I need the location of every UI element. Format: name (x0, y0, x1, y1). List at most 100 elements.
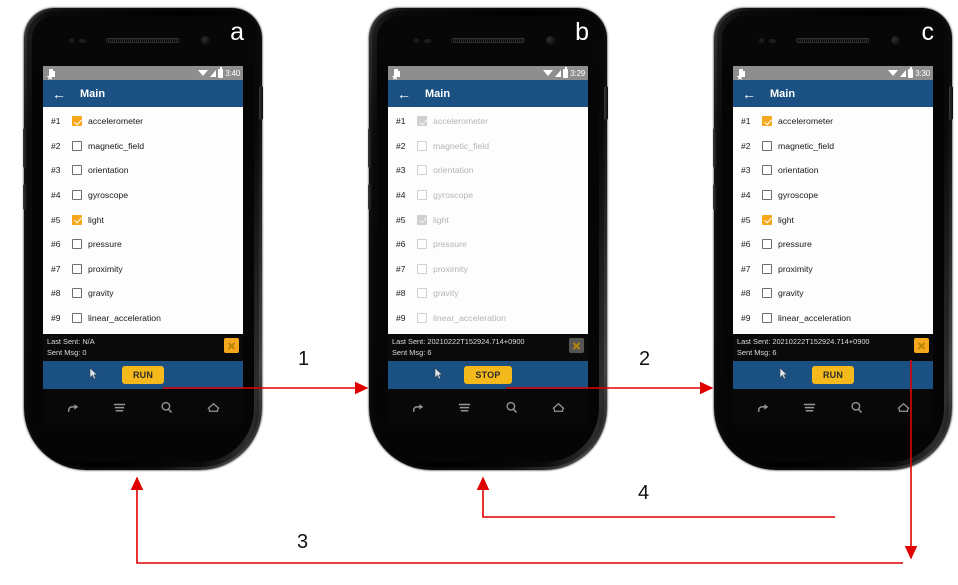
sensor-row[interactable]: #7 proximity (43, 257, 243, 282)
phone-b-screen-area: b ★ 3:29 ← Main #1 accelerometer #2 magn… (377, 16, 599, 462)
arrow-label-1: 1 (298, 348, 310, 370)
sensor-checkbox[interactable] (762, 263, 772, 274)
sensor-label: linear_acceleration (778, 313, 851, 324)
sim-card-icon (49, 69, 55, 77)
volume-button[interactable] (23, 128, 27, 168)
sensor-row[interactable]: #4 gyroscope (733, 183, 933, 208)
search-icon[interactable] (504, 400, 519, 415)
sensor-label: magnetic_field (433, 140, 490, 151)
phone-a-action-bar: RUN (43, 361, 243, 389)
sensor-checkbox[interactable] (72, 190, 82, 201)
sensor-checkbox[interactable] (762, 214, 772, 225)
power-button[interactable] (713, 184, 717, 210)
home-icon[interactable] (896, 400, 911, 415)
sensor-row[interactable]: #8 gravity (733, 281, 933, 306)
side-button[interactable] (259, 86, 263, 120)
home-icon[interactable] (551, 400, 566, 415)
sensor-index: #7 (741, 263, 751, 274)
search-icon[interactable] (849, 400, 864, 415)
search-icon[interactable] (159, 400, 174, 415)
sensor-checkbox[interactable] (72, 140, 82, 151)
sensor-checkbox[interactable] (762, 140, 772, 151)
wifi-icon (543, 70, 554, 76)
menu-icon[interactable] (457, 400, 472, 415)
back-arrow-icon[interactable]: ← (397, 87, 411, 101)
sensor-checkbox[interactable] (762, 288, 772, 299)
sensor-row[interactable]: #5 light (43, 207, 243, 232)
sensor-index: #9 (51, 313, 61, 324)
stop-button[interactable]: STOP (464, 366, 512, 384)
sensor-row[interactable]: #4 gyroscope (43, 183, 243, 208)
power-button[interactable] (368, 184, 372, 210)
run-button[interactable]: RUN (811, 366, 855, 384)
sensor-checkbox[interactable] (72, 313, 82, 324)
side-button[interactable] (949, 86, 953, 120)
arrow-3 (130, 476, 903, 564)
sensor-checkbox[interactable] (72, 214, 82, 225)
sensor-row[interactable]: #3 orientation (733, 158, 933, 183)
menu-icon[interactable] (802, 400, 817, 415)
sensor-row[interactable]: #5 light (733, 207, 933, 232)
sensor-checkbox[interactable] (762, 165, 772, 176)
sensor-index: #4 (741, 190, 751, 201)
sensor-icon (759, 38, 764, 43)
sensor-checkbox (417, 263, 427, 274)
sensor-checkbox[interactable] (72, 239, 82, 250)
close-x-button[interactable] (224, 338, 239, 353)
sensor-index: #9 (396, 313, 406, 324)
app-bar: ← Main (388, 80, 588, 107)
run-button[interactable]: RUN (121, 366, 165, 384)
status-clock: 3:40 (225, 68, 240, 78)
back-icon[interactable] (755, 400, 770, 415)
arrow-label-4: 4 (638, 482, 650, 504)
sensor-checkbox[interactable] (762, 313, 772, 324)
sensor-index: #7 (51, 263, 61, 274)
sensor-checkbox[interactable] (72, 288, 82, 299)
sensor-row[interactable]: #6 pressure (733, 232, 933, 257)
sensor-row[interactable]: #9 linear_acceleration (43, 306, 243, 331)
sensor-checkbox[interactable] (762, 116, 772, 127)
phone-a: a ★ 3:40 ← Main #1 accelerometer #2 magn… (23, 8, 263, 470)
sensor-index: #6 (741, 239, 751, 250)
power-button[interactable] (23, 184, 27, 210)
sensor-row[interactable]: #2 magnetic_field (43, 134, 243, 159)
sensor-checkbox (417, 190, 427, 201)
volume-button[interactable] (713, 128, 717, 168)
sensor-label: pressure (778, 239, 812, 250)
sensor-index: #7 (396, 263, 406, 274)
sensor-row[interactable]: #8 gravity (43, 281, 243, 306)
side-button[interactable] (604, 86, 608, 120)
sensor-row[interactable]: #1 accelerometer (43, 109, 243, 134)
sensor-row[interactable]: #6 pressure (43, 232, 243, 257)
app-bar-title: Main (80, 87, 106, 100)
arrow-label-3: 3 (297, 531, 309, 553)
sensor-row[interactable]: #2 magnetic_field (733, 134, 933, 159)
sensor-label: gyroscope (778, 190, 819, 201)
close-x-button[interactable] (914, 338, 929, 353)
menu-icon[interactable] (112, 400, 127, 415)
sensor-index: #9 (741, 313, 751, 324)
back-icon[interactable] (65, 400, 80, 415)
back-arrow-icon[interactable]: ← (742, 87, 756, 101)
sensor-checkbox[interactable] (762, 190, 772, 201)
app-bar-title: Main (425, 87, 451, 100)
sensor-label: orientation (778, 165, 819, 176)
sensor-checkbox[interactable] (72, 263, 82, 274)
sensor-row[interactable]: #7 proximity (733, 257, 933, 282)
sensor-index: #2 (51, 140, 61, 151)
sensor-checkbox[interactable] (72, 116, 82, 127)
sensor-row[interactable]: #1 accelerometer (733, 109, 933, 134)
sensor-row[interactable]: #3 orientation (43, 158, 243, 183)
sensor-checkbox[interactable] (72, 165, 82, 176)
sensor-row: #4 gyroscope (388, 183, 588, 208)
home-icon[interactable] (206, 400, 221, 415)
earpiece-speaker-icon (106, 38, 180, 43)
sensor-row[interactable]: #9 linear_acceleration (733, 306, 933, 331)
sensor-index: #6 (51, 239, 61, 250)
sensor-checkbox[interactable] (762, 239, 772, 250)
sensor-row: #5 light (388, 207, 588, 232)
figure-canvas: a ★ 3:40 ← Main #1 accelerometer #2 magn… (0, 0, 958, 585)
volume-button[interactable] (368, 128, 372, 168)
back-arrow-icon[interactable]: ← (52, 87, 66, 101)
back-icon[interactable] (410, 400, 425, 415)
